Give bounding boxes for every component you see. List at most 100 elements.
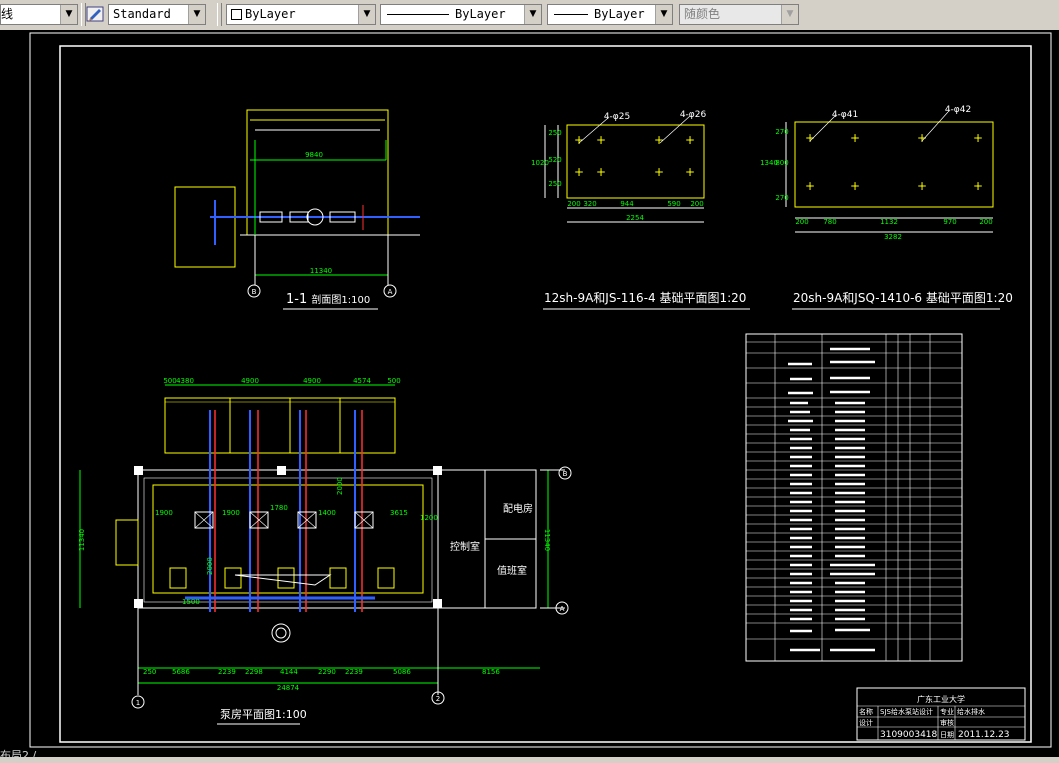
svg-text:500: 500 [163, 377, 176, 385]
lineweight-combo[interactable]: ByLayer ▼ [547, 4, 673, 25]
svg-text:200: 200 [795, 218, 808, 226]
svg-text:2239: 2239 [345, 668, 363, 676]
svg-text:设计: 设计 [859, 718, 873, 727]
pump2-hole-label-b: 4-φ42 [945, 105, 971, 115]
svg-text:+: + [596, 165, 606, 179]
pump-house-plan [79, 384, 565, 695]
pump2-total-dim: 3282 [884, 233, 902, 241]
svg-text:专业: 专业 [940, 707, 954, 716]
svg-text:+: + [805, 131, 815, 145]
svg-text:+: + [973, 131, 983, 145]
svg-text:A: A [560, 605, 565, 613]
svg-text:1500: 1500 [182, 598, 200, 606]
svg-text:审核: 审核 [940, 718, 954, 727]
svg-text:4900: 4900 [303, 377, 321, 385]
svg-text:320: 320 [583, 200, 596, 208]
color-combo-value: ByLayer [245, 7, 296, 21]
pump1-hole-label-a: 4-φ25 [604, 112, 630, 122]
svg-text:944: 944 [620, 200, 634, 208]
pump1-total-dim: 2254 [626, 214, 644, 222]
svg-text:2290: 2290 [318, 668, 336, 676]
svg-text:+: + [596, 133, 606, 147]
text-style-icon[interactable] [86, 5, 106, 24]
lineweight-preview-line [554, 14, 588, 15]
chevron-down-icon[interactable]: ▼ [524, 5, 541, 24]
svg-text:270: 270 [775, 128, 788, 136]
svg-text:2239: 2239 [218, 668, 236, 676]
pump-foundation-2 [785, 121, 994, 233]
axis-2-label: 2 [436, 695, 440, 703]
svg-text:4574: 4574 [353, 377, 371, 385]
plot-style-combo: 随颜色 ▼ [679, 4, 799, 25]
color-combo[interactable]: ByLayer ▼ [226, 4, 376, 25]
room-control-label: 控制室 [450, 540, 480, 553]
chevron-down-icon[interactable]: ▼ [655, 5, 672, 24]
svg-text:名称: 名称 [859, 707, 873, 716]
titleblock-date: 2011.12.23 [958, 730, 1010, 740]
section-inner-dim: 9840 [305, 151, 323, 159]
svg-text:270: 270 [775, 194, 788, 202]
svg-text:5086: 5086 [393, 668, 411, 676]
toolbar-grip[interactable] [217, 3, 222, 26]
model-space-canvas[interactable]: 9840 11340 B A 1-1 剖面图1:100 + + + + + + … [0, 30, 1059, 757]
svg-text:+: + [685, 165, 695, 179]
plan-title: 泵房平面图1:100 [220, 708, 307, 721]
svg-text:2298: 2298 [245, 668, 263, 676]
pump1-title: 12sh-9A和JS-116-4 基础平面图1:20 [544, 291, 746, 305]
svg-text:+: + [917, 179, 927, 193]
svg-text:+: + [654, 165, 664, 179]
cad-drawing: 9840 11340 B A 1-1 剖面图1:100 + + + + + + … [29, 32, 1052, 748]
svg-text:+: + [850, 131, 860, 145]
properties-toolbar: 线 ▼ Standard ▼ ByLayer ▼ ByLayer ▼ ByLay… [0, 0, 1059, 31]
plan-total-dim: 24874 [277, 684, 300, 692]
text-style-value: Standard [113, 7, 171, 21]
svg-text:200: 200 [979, 218, 992, 226]
svg-text:+: + [850, 179, 860, 193]
svg-text:+: + [973, 179, 983, 193]
axis-1-label: 1 [136, 699, 140, 707]
svg-text:970: 970 [943, 218, 956, 226]
svg-text:250: 250 [548, 129, 561, 137]
pump2-height-dim: 1340 [760, 159, 778, 167]
svg-text:2000: 2000 [206, 557, 214, 575]
svg-text:1400: 1400 [318, 509, 336, 517]
linetype-combo[interactable]: ByLayer ▼ [380, 4, 542, 25]
chevron-down-icon[interactable]: ▼ [60, 5, 77, 24]
chevron-down-icon: ▼ [781, 5, 798, 24]
titleblock-project: SJS给水泵站设计 [880, 707, 933, 716]
svg-text:+: + [685, 133, 695, 147]
svg-text:1200: 1200 [420, 514, 438, 522]
section-1-1-drawing [174, 109, 420, 285]
layout-tab-partial[interactable]: 布局2 / [0, 747, 36, 763]
chevron-down-icon[interactable]: ▼ [358, 5, 375, 24]
equipment-table [745, 333, 963, 662]
svg-text:4380: 4380 [176, 377, 194, 385]
room-duty-label: 值班室 [497, 564, 527, 577]
linetype-combo-partial[interactable]: 线 ▼ [0, 4, 78, 25]
color-swatch-icon [231, 9, 242, 20]
plan-height-dim: 11340 [78, 529, 86, 551]
svg-text:2000: 2000 [336, 477, 344, 495]
svg-text:200: 200 [567, 200, 580, 208]
axis-a-label: A [388, 288, 393, 296]
pump2-title: 20sh-9A和JSQ-1410-6 基础平面图1:20 [793, 291, 1013, 305]
text-style-combo[interactable]: Standard ▼ [108, 4, 206, 25]
section-title: 1-1 剖面图1:100 [286, 292, 370, 307]
svg-text:250: 250 [548, 180, 561, 188]
svg-text:780: 780 [823, 218, 836, 226]
svg-text:4144: 4144 [280, 668, 298, 676]
pump2-hole-label-a: 4-φ41 [832, 110, 858, 120]
svg-text:1132: 1132 [880, 218, 898, 226]
svg-text:1900: 1900 [155, 509, 173, 517]
svg-text:+: + [574, 165, 584, 179]
axis-b-label: B [252, 288, 257, 296]
linetype-preview-line [387, 14, 449, 15]
svg-text:5686: 5686 [172, 668, 190, 676]
svg-text:11340: 11340 [543, 529, 551, 551]
svg-text:1900: 1900 [222, 509, 240, 517]
svg-text:1780: 1780 [270, 504, 288, 512]
pump1-hole-label-b: 4-φ26 [680, 110, 707, 120]
chevron-down-icon[interactable]: ▼ [188, 5, 205, 24]
svg-text:+: + [917, 131, 927, 145]
svg-text:8156: 8156 [482, 668, 500, 676]
